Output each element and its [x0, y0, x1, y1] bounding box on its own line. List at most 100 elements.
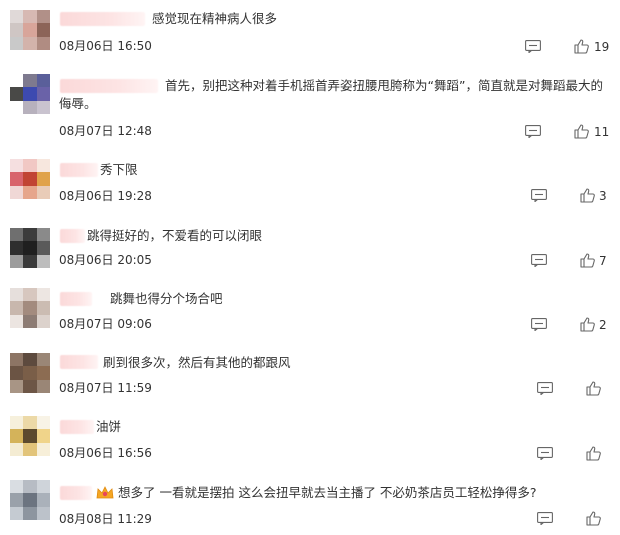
avatar-pixel	[36, 493, 50, 507]
reply-icon[interactable]	[537, 447, 553, 460]
avatar-pixel	[10, 480, 24, 494]
avatar-pixel	[36, 36, 50, 50]
comment-timestamp: 08月07日 12:48	[59, 124, 152, 138]
avatar-pixel	[23, 301, 37, 315]
thumbs-up-icon[interactable]	[586, 446, 601, 461]
reply-icon[interactable]	[537, 512, 553, 525]
comment-timestamp: 08月06日 16:56	[59, 446, 152, 460]
avatar-pixel	[23, 185, 37, 199]
thumbs-up-icon[interactable]	[580, 188, 595, 203]
reply-icon[interactable]	[525, 40, 541, 53]
avatar-pixel	[36, 254, 50, 268]
thumbs-up-icon[interactable]	[574, 124, 589, 139]
reply-icon[interactable]	[525, 125, 541, 138]
reply-icon[interactable]	[531, 318, 547, 331]
avatar[interactable]	[10, 353, 50, 393]
username-blurred[interactable]	[60, 292, 92, 306]
avatar-pixel	[10, 314, 24, 328]
avatar-pixel	[36, 429, 50, 443]
avatar-pixel	[10, 429, 24, 443]
avatar-pixel	[23, 314, 37, 328]
like-count: 11	[594, 125, 610, 139]
avatar-pixel	[36, 241, 50, 255]
comment-text: 跳得挺好的，不爱看的可以闭眼	[87, 228, 263, 243]
avatar-pixel	[10, 23, 24, 37]
avatar-pixel	[36, 301, 50, 315]
username-blurred[interactable]	[60, 12, 145, 26]
avatar-pixel	[23, 159, 37, 173]
avatar[interactable]	[10, 228, 50, 268]
username-blurred[interactable]	[60, 486, 92, 500]
like-count: 7	[599, 254, 607, 268]
username-blurred[interactable]	[60, 229, 85, 243]
comment-item: 刷到很多次，然后有其他的都跟风 08月07日 11:59	[0, 347, 620, 410]
avatar[interactable]	[10, 159, 50, 199]
avatar[interactable]	[10, 74, 50, 114]
comment-text: 刷到很多次，然后有其他的都跟风	[103, 355, 291, 370]
thumbs-up-icon[interactable]	[574, 39, 589, 54]
avatar-pixel	[36, 366, 50, 380]
avatar-pixel	[10, 254, 24, 268]
avatar-pixel	[23, 100, 37, 114]
avatar-pixel	[10, 172, 24, 186]
comment-timestamp: 08月06日 16:50	[59, 39, 152, 53]
avatar-pixel	[23, 416, 37, 430]
comment-timestamp: 08月08日 11:29	[59, 512, 152, 526]
thumbs-up-icon[interactable]	[586, 381, 601, 396]
avatar-pixel	[10, 100, 24, 114]
avatar-pixel	[10, 10, 24, 24]
avatar-pixel	[10, 442, 24, 456]
comment-text: 感觉现在精神病人很多	[152, 11, 278, 26]
comment-timestamp: 08月06日 20:05	[59, 253, 152, 267]
avatar-pixel	[23, 288, 37, 302]
avatar-pixel	[36, 288, 50, 302]
avatar-pixel	[10, 74, 24, 88]
avatar-pixel	[23, 379, 37, 393]
comment-item: 跳舞也得分个场合吧 08月07日 09:06 2	[0, 285, 620, 347]
reply-icon[interactable]	[531, 254, 547, 267]
reply-icon[interactable]	[537, 382, 553, 395]
avatar-pixel	[23, 10, 37, 24]
comment-item: 秀下限 08月06日 19:28 3	[0, 156, 620, 222]
avatar-pixel	[23, 353, 37, 367]
avatar-pixel	[23, 429, 37, 443]
avatar-pixel	[23, 23, 37, 37]
like-count: 2	[599, 318, 607, 332]
thumbs-up-icon[interactable]	[580, 253, 595, 268]
comment-text: 首先，别把这种对着手机摇首弄姿扭腰甩胯称为“舞蹈”，简直就是对舞蹈最大的侮辱。	[59, 78, 603, 111]
avatar[interactable]	[10, 416, 50, 456]
avatar-pixel	[23, 172, 37, 186]
avatar-pixel	[23, 87, 37, 101]
avatar-pixel	[36, 159, 50, 173]
avatar[interactable]	[10, 288, 50, 328]
thumbs-up-icon[interactable]	[586, 511, 601, 526]
username-blurred[interactable]	[60, 163, 98, 177]
reply-icon[interactable]	[531, 189, 547, 202]
avatar-pixel	[36, 185, 50, 199]
thumbs-up-icon[interactable]	[580, 317, 595, 332]
avatar-pixel	[10, 353, 24, 367]
avatar-pixel	[23, 506, 37, 520]
avatar-pixel	[36, 506, 50, 520]
avatar-pixel	[10, 228, 24, 242]
crown-icon	[96, 486, 114, 499]
comment-item: 感觉现在精神病人很多 08月06日 16:50 19	[0, 0, 620, 70]
avatar-pixel	[10, 366, 24, 380]
comment-item: 跳得挺好的，不爱看的可以闭眼 08月06日 20:05 7	[0, 222, 620, 285]
avatar-pixel	[36, 442, 50, 456]
avatar-pixel	[10, 416, 24, 430]
avatar-pixel	[10, 241, 24, 255]
username-blurred[interactable]	[60, 420, 94, 434]
avatar-pixel	[10, 288, 24, 302]
avatar-pixel	[36, 87, 50, 101]
username-blurred[interactable]	[60, 355, 98, 369]
avatar-pixel	[36, 416, 50, 430]
avatar-pixel	[36, 172, 50, 186]
avatar-pixel	[23, 480, 37, 494]
comment-text: 秀下限	[100, 162, 138, 177]
avatar[interactable]	[10, 480, 50, 520]
avatar-pixel	[36, 353, 50, 367]
avatar[interactable]	[10, 10, 50, 50]
avatar-pixel	[36, 100, 50, 114]
avatar-pixel	[23, 254, 37, 268]
